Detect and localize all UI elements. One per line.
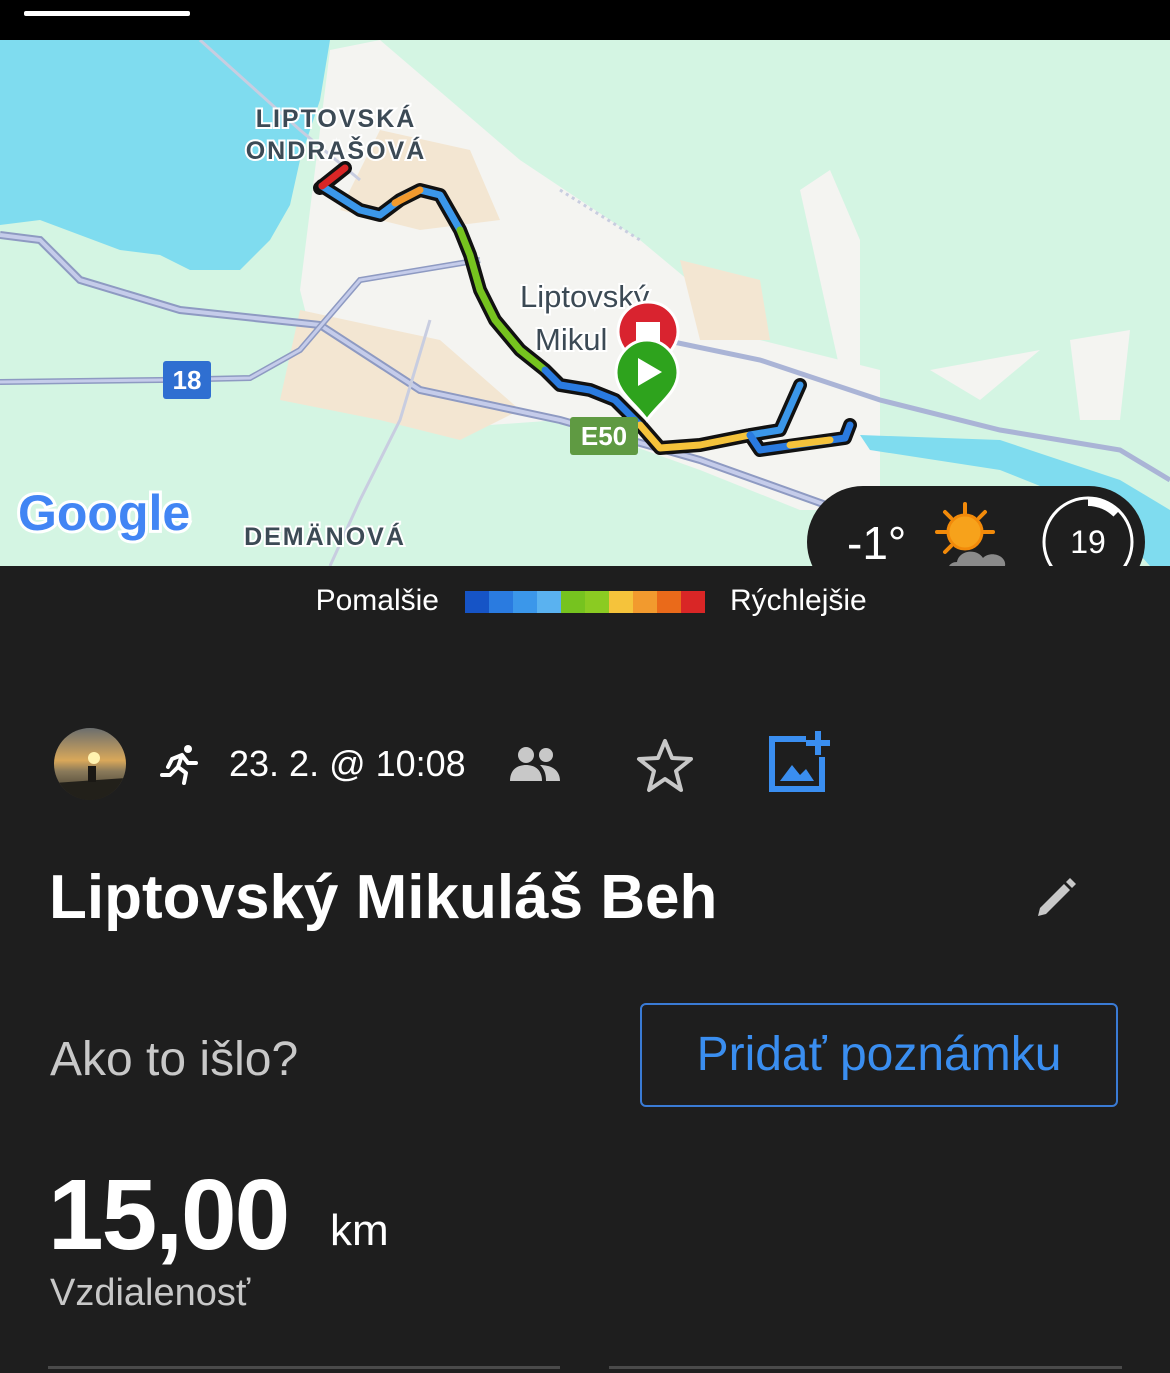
star-icon[interactable]	[635, 737, 695, 800]
legend-color-swatch	[633, 591, 657, 613]
legend-fast-label: Rýchlejšie	[730, 584, 867, 617]
distance-label: Vzdialenosť	[50, 1272, 251, 1314]
weather-badge: -1° 19	[807, 486, 1145, 566]
status-indicator	[24, 11, 190, 16]
legend-color-swatch	[537, 591, 561, 613]
legend-color-swatch	[513, 591, 537, 613]
map-label-city-2: Mikul	[535, 322, 607, 357]
stat-divider-right	[609, 1366, 1122, 1369]
distance-unit: km	[330, 1206, 389, 1255]
road-shield-18-label: 18	[173, 365, 202, 395]
legend-color-swatch	[465, 591, 489, 613]
legend-color-swatch	[609, 591, 633, 613]
legend-color-swatch	[561, 591, 585, 613]
distance-value: 15,00	[48, 1159, 290, 1271]
route-map[interactable]: LIPTOVSKÁ ONDRAŠOVÁ Liptovský Mikul DEMÄ…	[0, 40, 1170, 566]
partly-cloudy-sun-icon	[929, 502, 1029, 566]
map-label-town-north-2: ONDRAŠOVÁ	[246, 135, 427, 165]
weather-temperature: -1°	[847, 517, 907, 566]
legend-color-swatch	[657, 591, 681, 613]
legend-color-swatch	[681, 591, 705, 613]
activity-meta-row: 23. 2. @ 10:08	[0, 725, 1170, 805]
map-label-town-north: LIPTOVSKÁ	[256, 104, 417, 133]
feedback-prompt: Ako to išlo?	[50, 1033, 299, 1086]
road-shield-e50-label: E50	[581, 421, 627, 451]
activity-title: Liptovský Mikuláš Beh	[49, 863, 718, 932]
legend-slow-label: Pomalšie	[315, 584, 439, 617]
stat-divider-left	[48, 1366, 560, 1369]
field-area	[1070, 330, 1130, 420]
running-icon	[158, 743, 202, 792]
add-photo-icon[interactable]	[766, 731, 832, 798]
map-label-town-south: DEMÄNOVÁ	[244, 522, 406, 551]
pace-legend: Pomalšie Rýchlejšie	[0, 566, 1170, 646]
legend-color-swatch	[489, 591, 513, 613]
google-logo: Google	[18, 485, 190, 541]
legend-color-bar	[465, 591, 705, 613]
activity-date-time: 23. 2. @ 10:08	[229, 743, 466, 784]
avatar[interactable]	[54, 728, 126, 800]
status-bar	[0, 0, 1170, 40]
add-note-button[interactable]: Pridať poznámku	[640, 1003, 1118, 1107]
pencil-icon[interactable]	[1032, 872, 1080, 925]
route-segment	[786, 436, 834, 449]
legend-color-swatch	[585, 591, 609, 613]
timer-value: 19	[1070, 524, 1106, 560]
people-icon[interactable]	[508, 745, 562, 790]
